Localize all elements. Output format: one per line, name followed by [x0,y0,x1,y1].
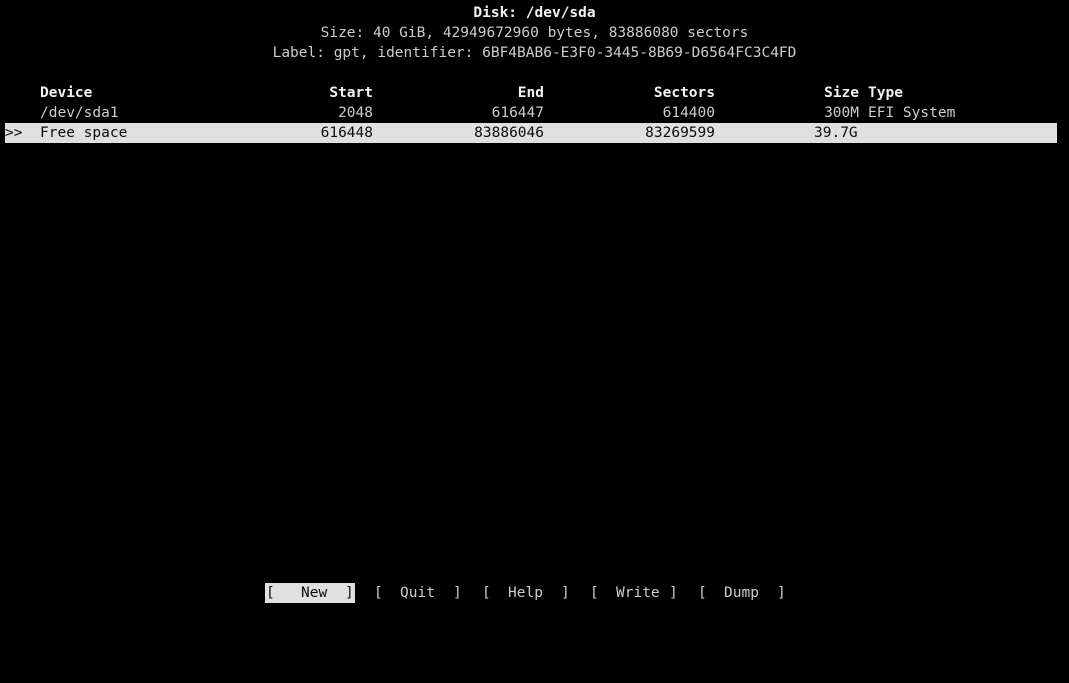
disk-size-info: Size: 40 GiB, 42949672960 bytes, 8388608… [320,25,749,41]
row-sectors: 83269599 [645,125,715,141]
bracket-close: ] [669,585,678,601]
quit-button[interactable]: [ Quit ] [373,583,463,603]
free-space-row[interactable]: >> Free space 616448 83886046 83269599 3… [5,123,1057,143]
column-sectors: Sectors [653,85,715,101]
bracket-open: [ [374,585,383,601]
table-header: Device Start End Sectors Size Type [0,83,1069,103]
new-button[interactable]: [ New ] [265,583,355,603]
help-button[interactable]: [ Help ] [481,583,571,603]
quit-button-label: Quit [400,585,435,601]
row-device: /dev/sda1 [40,105,119,121]
row-sectors: 614400 [662,105,715,121]
row-end: 616447 [491,105,544,121]
disk-label-info: Label: gpt, identifier: 6BF4BAB6-E3F0-34… [272,45,797,61]
row-start: 616448 [320,125,373,141]
row-device: Free space [40,125,128,141]
row-type: EFI System [868,105,956,121]
partition-row[interactable]: /dev/sda1 2048 616447 614400 300M EFI Sy… [0,103,1069,123]
column-start: Start [329,85,373,101]
new-button-label: New [301,585,328,601]
write-button-label: Write [616,585,660,601]
bracket-close: ] [777,585,786,601]
action-bar: [ New ] [ Quit ] [ Help ] [ Write ] [ Du… [0,583,1069,603]
bracket-open: [ [590,585,599,601]
disk-title: Disk: /dev/sda [473,5,596,21]
column-end: End [517,85,544,101]
column-size: Size [824,85,859,101]
selection-marker: >> [5,125,23,141]
bracket-open: [ [266,585,275,601]
bracket-open: [ [482,585,491,601]
dump-button-label: Dump [724,585,759,601]
help-button-label: Help [508,585,543,601]
row-start: 2048 [338,105,373,121]
dump-button[interactable]: [ Dump ] [697,583,787,603]
row-end: 83886046 [474,125,544,141]
column-device: Device [40,85,93,101]
bracket-close: ] [453,585,462,601]
bracket-open: [ [698,585,707,601]
column-type: Type [868,85,903,101]
bracket-close: ] [561,585,570,601]
bracket-close: ] [345,585,354,601]
row-size: 39.7G [814,125,858,141]
write-button[interactable]: [ Write ] [589,583,679,603]
row-size: 300M [824,105,859,121]
